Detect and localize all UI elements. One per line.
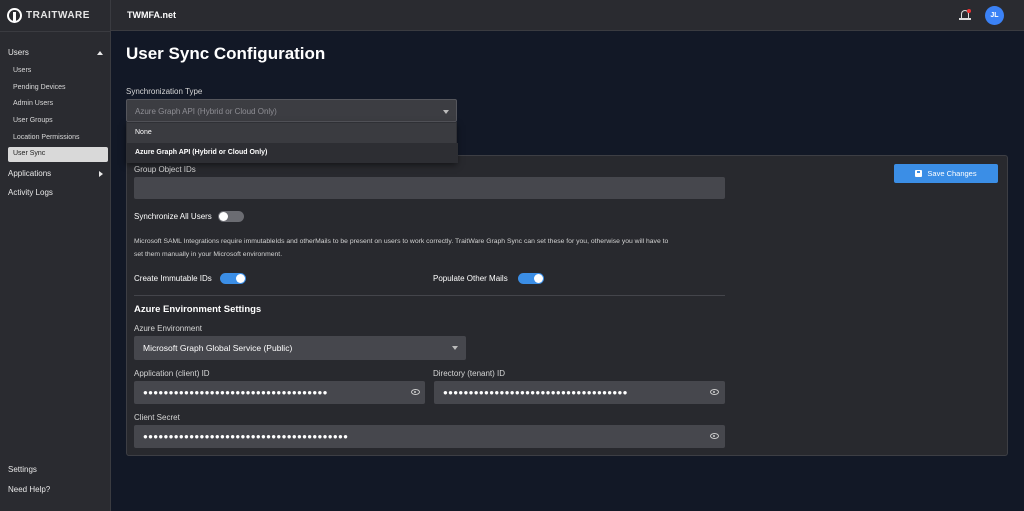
notification-dot — [967, 9, 971, 13]
azure-env-label: Azure Environment — [134, 324, 203, 333]
azure-env-select[interactable]: Microsoft Graph Global Service (Public) — [134, 336, 466, 360]
eye-icon[interactable] — [411, 389, 420, 395]
azure-env-value: Microsoft Graph Global Service (Public) — [143, 343, 293, 353]
sidebar-item-label: Need Help? — [8, 485, 51, 494]
populate-mails-label: Populate Other Mails — [433, 274, 508, 283]
sync-type-menu: None Azure Graph API (Hybrid or Cloud On… — [126, 122, 458, 163]
eye-icon[interactable] — [710, 433, 719, 439]
create-ids-toggle[interactable] — [220, 273, 246, 284]
client-secret-label: Client Secret — [134, 413, 180, 422]
save-icon — [915, 170, 923, 177]
sidebar-item-label: Users — [8, 48, 29, 57]
top-bar: TWMFA.net JL — [111, 0, 1024, 31]
menu-option-azure-graph[interactable]: Azure Graph API (Hybrid or Cloud Only) — [127, 143, 458, 163]
chevron-right-icon — [99, 170, 103, 177]
sidebar-item-label: Settings — [8, 465, 37, 474]
org-name: TWMFA.net — [127, 10, 176, 20]
chevron-down-icon — [443, 110, 449, 114]
brand-logo[interactable]: TRAITWARE — [7, 8, 90, 23]
populate-mails-toggle[interactable] — [518, 273, 544, 284]
sidebar-subitem-user-sync[interactable]: User Sync — [8, 147, 108, 162]
sync-type-value: Azure Graph API (Hybrid or Cloud Only) — [135, 107, 277, 116]
page-title: User Sync Configuration — [126, 44, 326, 63]
dir-id-value: ●●●●●●●●●●●●●●●●●●●●●●●●●●●●●●●●●●●● — [443, 388, 628, 397]
sidebar-item-applications[interactable]: Applications — [8, 169, 103, 178]
sidebar-divider — [0, 31, 111, 32]
sync-type-select[interactable]: Azure Graph API (Hybrid or Cloud Only) — [126, 99, 457, 122]
dir-id-input[interactable]: ●●●●●●●●●●●●●●●●●●●●●●●●●●●●●●●●●●●● — [434, 381, 725, 404]
sidebar: TRAITWARE Users Users Pending Devices Ad… — [0, 0, 111, 511]
menu-option-none[interactable]: None — [127, 123, 458, 143]
group-object-ids-input[interactable] — [134, 177, 725, 199]
sidebar-subitem-user-groups[interactable]: User Groups — [8, 114, 108, 129]
save-button[interactable]: Save Changes — [894, 164, 998, 183]
saml-note: Microsoft SAML Integrations require immu… — [134, 235, 734, 261]
sidebar-subitem-admin-users[interactable]: Admin Users — [8, 97, 108, 112]
sidebar-item-users[interactable]: Users — [8, 48, 103, 57]
client-secret-value: ●●●●●●●●●●●●●●●●●●●●●●●●●●●●●●●●●●●●●●●● — [143, 432, 349, 441]
logo-text: TRAITWARE — [26, 10, 90, 21]
sidebar-subitem-users[interactable]: Users — [8, 64, 108, 79]
sidebar-item-help[interactable]: Need Help? — [8, 485, 103, 494]
logo-mark-icon — [7, 8, 22, 23]
app-id-label: Application (client) ID — [134, 369, 210, 378]
saml-note-line-1: Microsoft SAML Integrations require immu… — [134, 238, 669, 245]
sync-all-label: Synchronize All Users — [134, 212, 212, 221]
avatar[interactable]: JL — [985, 6, 1004, 25]
sync-type-label: Synchronization Type — [126, 87, 203, 96]
azure-section-title: Azure Environment Settings — [134, 304, 262, 315]
client-secret-input[interactable]: ●●●●●●●●●●●●●●●●●●●●●●●●●●●●●●●●●●●●●●●● — [134, 425, 725, 448]
app-id-input[interactable]: ●●●●●●●●●●●●●●●●●●●●●●●●●●●●●●●●●●●● — [134, 381, 425, 404]
sidebar-subitem-pending-devices[interactable]: Pending Devices — [8, 81, 108, 96]
create-ids-label: Create Immutable IDs — [134, 274, 212, 283]
chevron-down-icon — [452, 346, 458, 350]
saml-note-line-2: set them manually in your Microsoft envi… — [134, 251, 283, 258]
group-object-ids-label: Group Object IDs — [134, 165, 196, 174]
app-id-value: ●●●●●●●●●●●●●●●●●●●●●●●●●●●●●●●●●●●● — [143, 388, 328, 397]
sidebar-item-label: Applications — [8, 169, 52, 178]
sidebar-subitem-location-permissions[interactable]: Location Permissions — [8, 131, 108, 146]
sync-all-toggle[interactable] — [218, 211, 244, 222]
sidebar-item-settings[interactable]: Settings — [8, 465, 103, 474]
bell-icon[interactable] — [959, 9, 971, 21]
sidebar-item-label: Activity Logs — [8, 188, 53, 197]
save-button-label: Save Changes — [927, 169, 977, 178]
dir-id-label: Directory (tenant) ID — [433, 369, 506, 378]
sidebar-item-activity-logs[interactable]: Activity Logs — [8, 188, 103, 197]
section-divider — [134, 295, 725, 296]
eye-icon[interactable] — [710, 389, 719, 395]
chevron-up-icon — [97, 50, 103, 55]
